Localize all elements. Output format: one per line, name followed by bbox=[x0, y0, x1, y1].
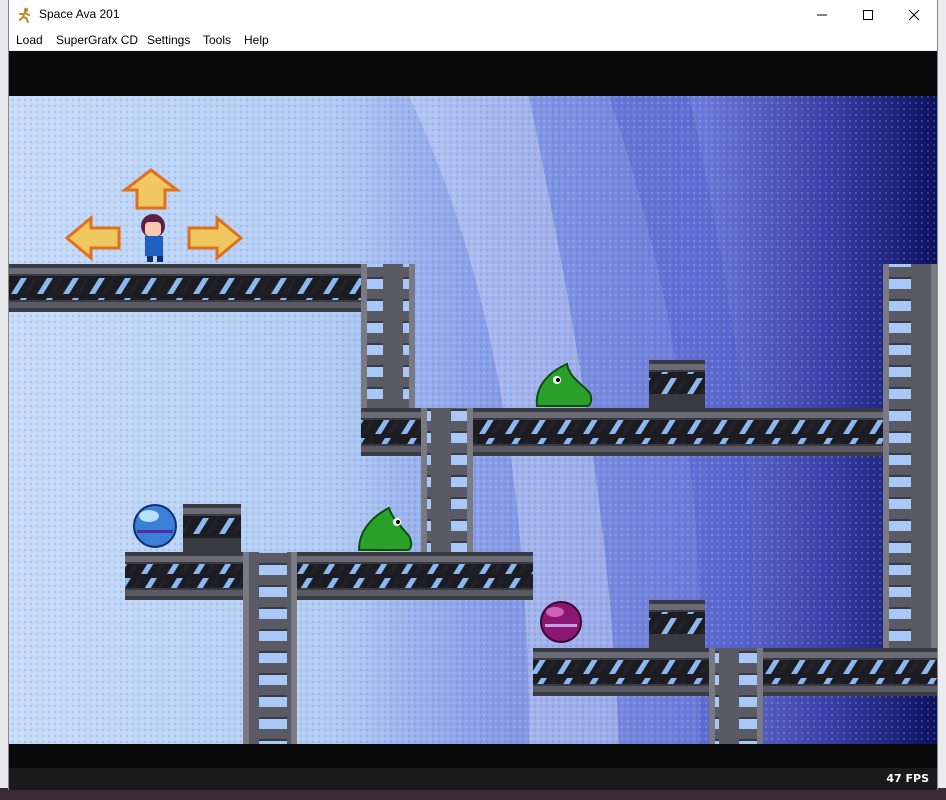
menu-bar: Load SuperGrafx CD Settings Tools Help bbox=[9, 30, 937, 51]
ladder bbox=[421, 408, 473, 552]
girder-block bbox=[183, 504, 241, 552]
minimize-icon bbox=[817, 14, 827, 16]
menu-settings[interactable]: Settings bbox=[147, 33, 190, 47]
fps-counter: 47 FPS bbox=[886, 772, 929, 785]
ladder bbox=[883, 264, 937, 648]
menu-supergrafx-cd[interactable]: SuperGrafx CD bbox=[56, 33, 138, 47]
menu-tools[interactable]: Tools bbox=[203, 33, 231, 47]
status-bar: 47 FPS bbox=[9, 768, 937, 790]
running-figure-icon bbox=[19, 7, 30, 23]
menu-load[interactable]: Load bbox=[16, 33, 43, 47]
minimize-button[interactable] bbox=[799, 0, 845, 30]
maximize-button[interactable] bbox=[845, 0, 891, 30]
purple-orb bbox=[540, 601, 582, 643]
close-icon bbox=[908, 9, 920, 21]
girder-platform bbox=[125, 552, 533, 600]
girder-block bbox=[649, 600, 705, 648]
game-scene bbox=[9, 96, 937, 744]
window-title: Space Ava 201 bbox=[39, 7, 120, 21]
title-bar[interactable]: Space Ava 201 bbox=[9, 0, 937, 30]
girder-platform bbox=[9, 264, 413, 312]
desktop-left-edge bbox=[0, 0, 8, 800]
ladder bbox=[361, 264, 415, 408]
ladder bbox=[709, 648, 763, 744]
blue-orb bbox=[133, 504, 177, 548]
girder-block bbox=[649, 360, 705, 408]
emulator-window: Space Ava 201 Load SuperGrafx CD Setting… bbox=[8, 0, 938, 790]
game-viewport[interactable] bbox=[9, 96, 937, 744]
maximize-icon bbox=[863, 10, 873, 20]
menu-help[interactable]: Help bbox=[244, 33, 269, 47]
ladder bbox=[243, 552, 297, 744]
close-button[interactable] bbox=[891, 0, 937, 30]
